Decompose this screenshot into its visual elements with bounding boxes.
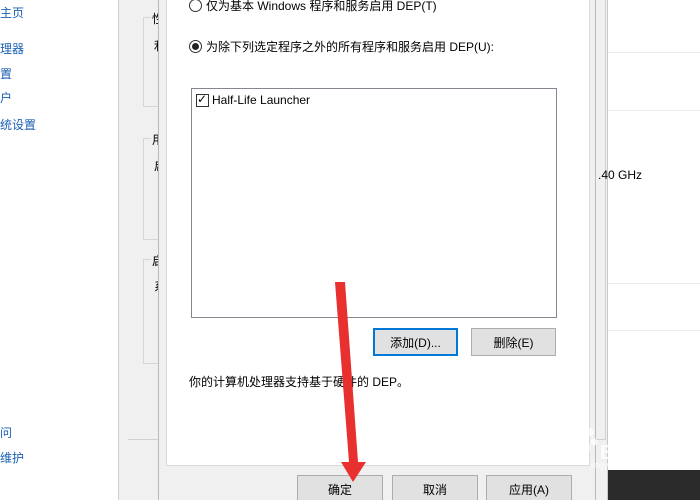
sidebar-seealso-2[interactable]: 维护 — [0, 449, 24, 466]
cpu-speed-text: .40 GHz — [598, 168, 643, 182]
sidebar-link-remote-settings[interactable]: 置 — [0, 65, 12, 82]
dep-dialog: 仅为基本 Windows 程序和服务启用 DEP(T) 为除下列选定程序之外的所… — [158, 0, 596, 500]
apply-button[interactable]: 应用(A) — [486, 475, 572, 500]
info-divider — [608, 330, 700, 331]
info-divider — [608, 110, 700, 111]
dep-tab-panel: 仅为基本 Windows 程序和服务启用 DEP(T) 为除下列选定程序之外的所… — [166, 0, 590, 466]
radio-label-essential: 仅为基本 Windows 程序和服务启用 DEP(T) — [206, 0, 437, 13]
radio-all-except[interactable]: 为除下列选定程序之外的所有程序和服务启用 DEP(U): — [189, 38, 494, 55]
cancel-button[interactable]: 取消 — [392, 475, 478, 500]
info-divider — [608, 283, 700, 284]
control-panel-sidebar: 主页 理器 置 户 统设置 问 维护 — [0, 0, 118, 500]
add-button[interactable]: 添加(D)... — [373, 328, 458, 356]
radio-button-all-except[interactable] — [189, 40, 202, 53]
half-life-checkbox[interactable]: ✓ — [196, 91, 209, 107]
baidu-watermark: Baidu 经验 jingyan.baidu.com — [540, 418, 700, 470]
list-item[interactable]: ✓ Half-Life Launcher — [196, 91, 311, 107]
exceptions-listbox[interactable]: ✓ Half-Life Launcher — [191, 88, 557, 318]
radio-button-essential[interactable] — [189, 0, 202, 12]
watermark-url: jingyan.baidu.com — [590, 460, 663, 470]
ok-button[interactable]: 确定 — [297, 475, 383, 500]
sidebar-link-advanced-settings[interactable]: 统设置 — [0, 116, 36, 133]
sidebar-link-home[interactable]: 主页 — [0, 4, 24, 21]
sidebar-link-device-manager[interactable]: 理器 — [0, 40, 24, 57]
desktop-background-strip — [608, 470, 700, 500]
checkmark-icon: ✓ — [197, 91, 208, 106]
sidebar-link-system-protection[interactable]: 户 — [0, 89, 12, 106]
list-item-label: Half-Life Launcher — [212, 93, 311, 107]
remove-button[interactable]: 删除(E) — [471, 328, 556, 356]
radio-essential-only[interactable]: 仅为基本 Windows 程序和服务启用 DEP(T) — [189, 0, 437, 14]
sidebar-seealso-1[interactable]: 问 — [0, 424, 12, 441]
hardware-dep-support-text: 你的计算机处理器支持基于硬件的 DEP。 — [189, 375, 410, 389]
radio-label-all-except: 为除下列选定程序之外的所有程序和服务启用 DEP(U): — [206, 40, 495, 54]
info-divider — [608, 52, 700, 53]
